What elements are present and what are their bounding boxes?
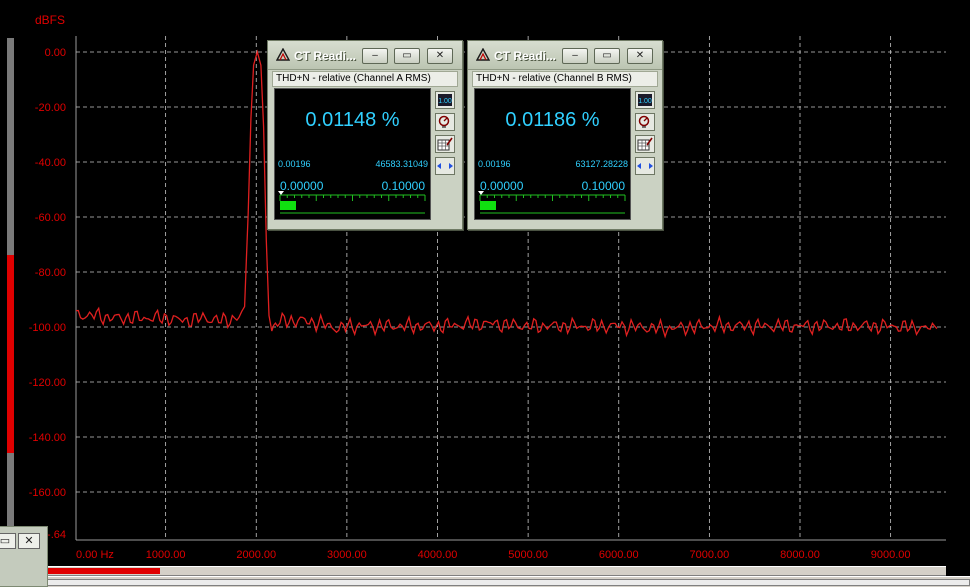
svg-text:1.00: 1.00 [638,98,652,105]
partial-window: ▭ ✕ [0,526,48,587]
readout-b-minimize-button[interactable]: – [562,48,588,64]
y-tick-label: -100.00 [29,322,66,334]
y-tick-label: -120.00 [29,377,66,389]
x-tick-label: 2000.00 [236,549,276,561]
x-tick-label: 8000.00 [780,549,820,561]
y-tick-label: 0.00 [45,47,66,59]
readout-b-restore-button[interactable]: ▭ [594,48,620,64]
meter-level-bar [280,201,296,210]
x-tick-label: 6000.00 [599,549,639,561]
meter-settings-button[interactable] [635,113,655,131]
readout-b-min: 0.00196 [478,159,511,169]
y-tick-label: -20.00 [35,102,66,114]
readout-window-a[interactable]: CT Readi... – ▭ ✕ THD+N - relative (Chan… [267,40,463,230]
partial-restore-button[interactable]: ▭ [0,533,16,549]
frequency-scroll-thumb[interactable] [48,568,160,574]
table-settings-button[interactable] [435,135,455,153]
digits-icon: 1.00 [638,94,652,106]
y-tick-label: -80.00 [35,267,66,279]
meter-icon [438,115,450,128]
expand-arrows-icon [637,163,653,169]
table-edit-icon [637,137,653,151]
readout-a-min: 0.00196 [278,159,311,169]
restore-icon: ▭ [402,50,412,61]
y-tick-label: -40.00 [35,157,66,169]
readout-a-restore-button[interactable]: ▭ [394,48,420,64]
y-tick-labels: 0.00 -20.00 -40.00 -60.00 -80.00 -100.00 -120.… [29,47,66,541]
restore-icon: ▭ [602,50,612,61]
readout-a-bar-meter [278,191,426,214]
meter-marker [478,191,484,195]
readout-a-minimize-button[interactable]: – [362,48,388,64]
x-tick-labels: 0.00 Hz 1000.00 2000.00 3000.00 4000.00 5000.… [76,549,911,561]
svg-text:1.00: 1.00 [438,98,452,105]
x-tick-label: 4000.00 [418,549,458,561]
meter-level-bar [480,201,496,210]
close-icon: ✕ [635,50,645,61]
readout-b-title: CT Readi... [494,49,557,63]
y-tick-label: -160.00 [29,487,66,499]
readout-b-bar-meter [478,191,626,214]
digits-button[interactable]: 1.00 [635,91,655,109]
app-logo-icon [276,48,290,61]
readout-b-close-button[interactable]: ✕ [627,48,653,64]
readout-b-max: 63127.28228 [575,159,628,169]
readout-b-value: 0.01186 % [505,109,600,131]
readout-b-display: 0.01186 % 0.00196 63127.28228 0.00000 0.… [474,88,631,220]
expand-arrows-icon [437,163,453,169]
minimize-icon: – [372,50,378,61]
y-axis-label: dBFS [35,13,65,27]
readout-a-display: 0.01148 % 0.00196 46583.31049 0.00000 0.… [274,88,431,220]
x-tick-label: 9000.00 [871,549,911,561]
meter-settings-button[interactable] [435,113,455,131]
x-tick-label: 7000.00 [689,549,729,561]
close-icon: ✕ [435,50,445,61]
expand-button[interactable] [435,157,455,175]
x-tick-label: 0.00 Hz [76,549,114,561]
readout-b-measurement: THD+N - relative (Channel B RMS) [472,71,658,87]
minimize-icon: – [572,50,578,61]
partial-close-button[interactable]: ✕ [18,533,40,549]
x-tick-label: 1000.00 [146,549,186,561]
digits-button[interactable]: 1.00 [435,91,455,109]
frequency-scrollbar[interactable] [48,566,946,576]
y-tick-label: -.64 [47,529,66,541]
x-tick-label: 5000.00 [508,549,548,561]
readout-a-close-button[interactable]: ✕ [427,48,453,64]
bottom-scroll-thumb[interactable] [40,579,970,586]
readout-a-title: CT Readi... [294,49,357,63]
readout-a-titlebar[interactable]: CT Readi... – ▭ ✕ [268,41,462,70]
x-tick-label: 3000.00 [327,549,367,561]
app-logo-icon [476,48,490,61]
readout-window-b[interactable]: CT Readi... – ▭ ✕ THD+N - relative (Chan… [467,40,663,230]
expand-button[interactable] [635,157,655,175]
y-tick-label: -60.00 [35,212,66,224]
table-edit-icon [437,137,453,151]
y-tick-label: -140.00 [29,432,66,444]
digits-icon: 1.00 [438,94,452,106]
readout-b-titlebar[interactable]: CT Readi... – ▭ ✕ [468,41,662,70]
table-settings-button[interactable] [635,135,655,153]
analyzer-screen: dBFS 0.00 -20.00 -40.00 -60.00 -80.00 -100.00… [0,0,970,587]
bottom-scrollbar[interactable] [0,576,970,587]
meter-icon [638,115,650,128]
readout-a-measurement: THD+N - relative (Channel A RMS) [272,71,458,87]
meter-marker [278,191,284,195]
readout-a-max: 46583.31049 [375,159,428,169]
readout-a-value: 0.01148 % [305,109,400,131]
